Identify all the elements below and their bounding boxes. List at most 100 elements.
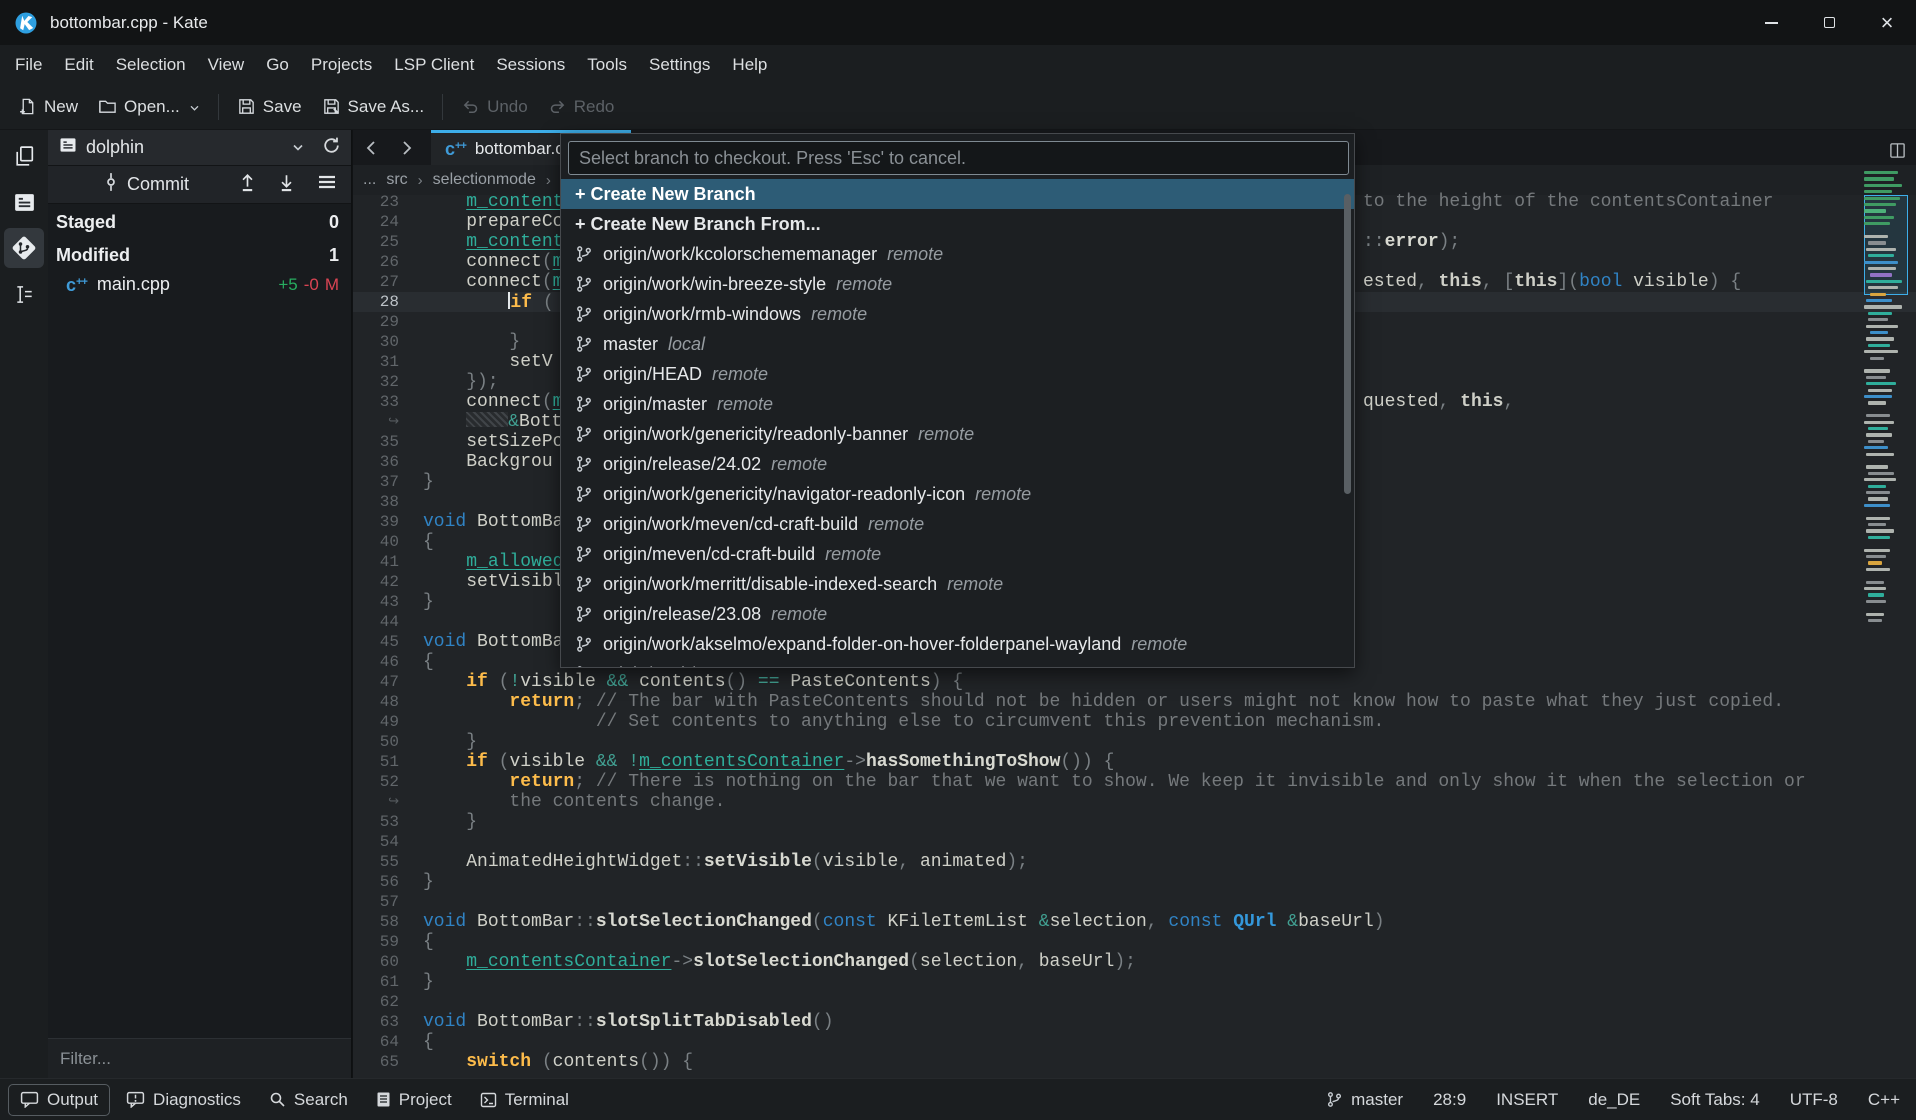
line-number: 54 — [353, 832, 399, 852]
branch-item[interactable]: origin/work/rmb-windowsremote — [561, 299, 1354, 329]
open-button[interactable]: Open... — [88, 89, 210, 125]
branch-icon — [575, 365, 593, 383]
branch-scope-tag: local — [668, 334, 705, 355]
breadcrumb-root[interactable]: ... — [363, 171, 376, 189]
status-soft-tabs-4[interactable]: Soft Tabs: 4 — [1670, 1090, 1759, 1110]
branch-item[interactable]: origin/work/merritt/disable-indexed-sear… — [561, 569, 1354, 599]
branch-icon — [575, 605, 593, 623]
git-menu-icon[interactable] — [317, 174, 337, 195]
push-icon[interactable] — [239, 173, 256, 197]
branch-item[interactable]: origin/meven/cd-craft-buildremote — [561, 539, 1354, 569]
branch-item[interactable]: origin/work/win-breeze-styleremote — [561, 269, 1354, 299]
minimap-line — [1868, 389, 1892, 392]
menu-projects[interactable]: Projects — [300, 48, 383, 82]
minimap-scrollbar[interactable] — [1864, 165, 1910, 1078]
line-number: 46 — [353, 652, 399, 672]
status-28-9[interactable]: 28:9 — [1433, 1090, 1466, 1110]
split-view-icon[interactable] — [1889, 142, 1906, 164]
modified-file-name: main.cpp — [97, 274, 170, 295]
branch-item[interactable]: origin/work/genericity/readonly-bannerre… — [561, 419, 1354, 449]
breadcrumb-src[interactable]: src — [386, 171, 407, 189]
pull-icon[interactable] — [278, 173, 295, 197]
sidebar-tool-tool-panel[interactable] — [4, 274, 44, 314]
staged-section-row[interactable]: Staged 0 — [48, 208, 351, 237]
new-tab-icon[interactable]: + — [1892, 130, 1904, 134]
menu-sessions[interactable]: Sessions — [485, 48, 576, 82]
branch-item[interactable]: origin/work/ — [561, 659, 1354, 668]
terminal-toggle-button[interactable]: Terminal — [468, 1084, 581, 1116]
code-text: return; // There is nothing on the bar t… — [423, 772, 1806, 792]
modified-file-row[interactable]: c++ main.cpp +5 -0 M — [48, 270, 351, 299]
chevron-down-icon[interactable] — [292, 139, 304, 157]
code-text: { — [423, 932, 434, 952]
menu-lsp-client[interactable]: LSP Client — [383, 48, 485, 82]
line-number: 31 — [353, 352, 399, 372]
search-toggle-button[interactable]: Search — [257, 1084, 360, 1116]
save-as-button[interactable]: Save As... — [312, 89, 435, 125]
chevron-down-icon[interactable] — [189, 97, 200, 117]
breadcrumb-selectionmode[interactable]: selectionmode — [433, 171, 536, 189]
branch-list-scrollbar-thumb[interactable] — [1344, 194, 1351, 494]
branch-name: origin/master — [603, 394, 707, 415]
branch-item[interactable]: masterlocal — [561, 329, 1354, 359]
branch-item[interactable]: origin/work/kcolorschememanagerremote — [561, 239, 1354, 269]
tool-panel-icon — [13, 283, 36, 306]
commit-button[interactable]: Commit — [104, 172, 239, 197]
menu-tools[interactable]: Tools — [576, 48, 638, 82]
code-line: 52 return; // There is nothing on the ba… — [353, 772, 1916, 792]
menu-settings[interactable]: Settings — [638, 48, 721, 82]
minimap-line — [1868, 619, 1882, 622]
redo-icon — [548, 97, 567, 116]
filter-input[interactable] — [48, 1039, 351, 1078]
code-line: 61} — [353, 972, 1916, 992]
branch-item[interactable]: origin/HEADremote — [561, 359, 1354, 389]
project-toggle-button[interactable]: Project — [364, 1084, 464, 1116]
status-insert[interactable]: INSERT — [1496, 1090, 1558, 1110]
menu-selection[interactable]: Selection — [105, 48, 197, 82]
branch-item[interactable]: origin/work/akselmo/expand-folder-on-hov… — [561, 629, 1354, 659]
status-utf-8[interactable]: UTF-8 — [1790, 1090, 1838, 1110]
minimap-line — [1868, 593, 1884, 596]
window-maximize-button[interactable] — [1800, 0, 1858, 45]
new-button[interactable]: New — [8, 89, 88, 125]
window-minimize-button[interactable] — [1742, 0, 1800, 45]
status-de-de[interactable]: de_DE — [1588, 1090, 1640, 1110]
sidebar-tool-documents[interactable] — [4, 136, 44, 176]
branch-action-item[interactable]: + Create New Branch From... — [561, 209, 1354, 239]
line-number: 35 — [353, 432, 399, 452]
status-master[interactable]: master — [1326, 1090, 1403, 1110]
modified-section-row[interactable]: Modified 1 — [48, 241, 351, 270]
branch-item[interactable]: origin/work/meven/cd-craft-buildremote — [561, 509, 1354, 539]
branch-search-input[interactable] — [568, 141, 1349, 175]
menu-edit[interactable]: Edit — [53, 48, 104, 82]
refresh-icon[interactable] — [322, 136, 341, 160]
forward-icon[interactable] — [389, 130, 425, 165]
branch-name: origin/release/23.08 — [603, 604, 761, 625]
branch-icon — [575, 575, 593, 593]
toggle-label: Terminal — [505, 1090, 569, 1110]
sidebar-tool-project-list[interactable] — [4, 182, 44, 222]
menu-help[interactable]: Help — [721, 48, 778, 82]
sidebar-tool-git[interactable] — [4, 228, 44, 268]
git-panel: dolphin Commit Staged 0 Modified 1 c++ m… — [48, 130, 352, 1078]
output-toggle-button[interactable]: Output — [8, 1084, 110, 1116]
branch-item[interactable]: origin/release/24.02remote — [561, 449, 1354, 479]
menu-file[interactable]: File — [4, 48, 53, 82]
branch-action-item[interactable]: + Create New Branch — [561, 179, 1354, 209]
minimap-line — [1868, 318, 1888, 321]
menu-go[interactable]: Go — [255, 48, 300, 82]
back-icon[interactable] — [353, 130, 389, 165]
status-c-[interactable]: C++ — [1868, 1090, 1900, 1110]
branch-item[interactable]: origin/work/genericity/navigator-readonl… — [561, 479, 1354, 509]
undo-button: Undo — [451, 89, 538, 125]
save-button[interactable]: Save — [227, 89, 312, 125]
branch-item[interactable]: origin/masterremote — [561, 389, 1354, 419]
git-project-header[interactable]: dolphin — [48, 130, 351, 166]
branch-item[interactable]: origin/release/23.08remote — [561, 599, 1354, 629]
window-close-button[interactable]: × — [1858, 0, 1916, 45]
branch-name: origin/work/kcolorschememanager — [603, 244, 877, 265]
menu-view[interactable]: View — [197, 48, 256, 82]
branch-name: origin/work/win-breeze-style — [603, 274, 826, 295]
diagnostics-toggle-button[interactable]: Diagnostics — [114, 1084, 253, 1116]
toolbar-label: New — [44, 97, 78, 117]
